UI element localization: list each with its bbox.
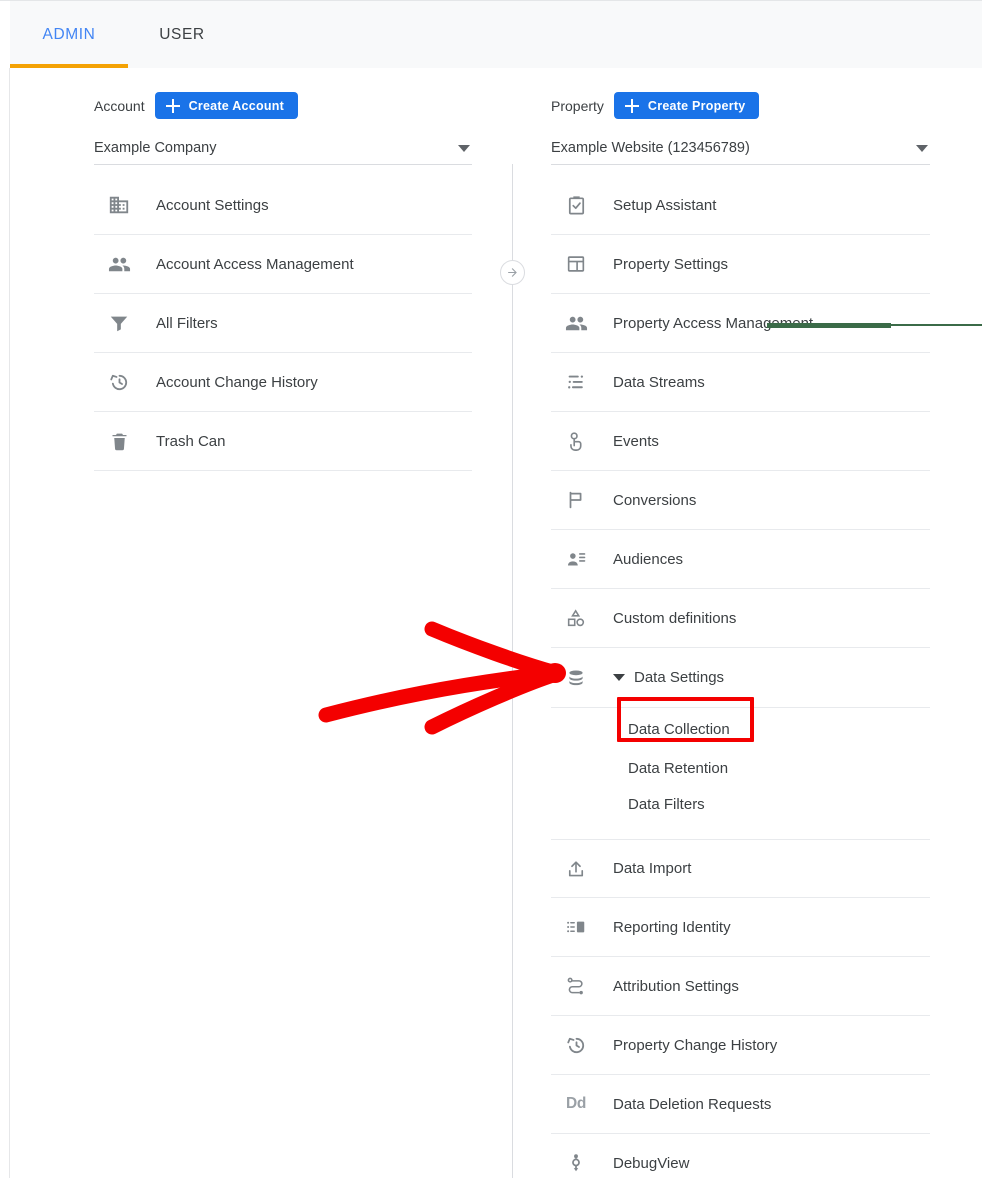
menu-item-label: Setup Assistant	[613, 197, 716, 214]
person-list-icon	[563, 546, 589, 572]
menu-item-reporting-identity[interactable]: Reporting Identity	[551, 898, 930, 957]
left-rail	[0, 68, 10, 1178]
submenu-item-label: Data Retention	[628, 760, 728, 777]
upload-icon	[563, 856, 589, 882]
history-icon	[563, 1032, 589, 1058]
menu-item-data-streams[interactable]: Data Streams	[551, 353, 930, 412]
menu-item-all-filters[interactable]: All Filters	[94, 294, 472, 353]
property-column-header: Property Create Property	[551, 92, 759, 119]
menu-item-label: Data Deletion Requests	[613, 1096, 771, 1113]
tab-admin[interactable]: ADMIN	[10, 1, 128, 69]
menu-item-label: Trash Can	[156, 433, 225, 450]
menu-item-label: Attribution Settings	[613, 978, 739, 995]
submenu-item-data-filters[interactable]: Data Filters	[551, 786, 930, 822]
menu-item-trash-can[interactable]: Trash Can	[94, 412, 472, 471]
menu-item-account-access-management[interactable]: Account Access Management	[94, 235, 472, 294]
database-icon	[563, 665, 589, 691]
people-icon	[106, 251, 132, 277]
menu-item-attribution-settings[interactable]: Attribution Settings	[551, 957, 930, 1016]
create-account-label: Create Account	[189, 99, 284, 113]
submenu-item-data-retention[interactable]: Data Retention	[551, 750, 930, 786]
admin-body: Account Create Account Example Company	[0, 68, 982, 1178]
column-divider	[512, 164, 513, 1178]
menu-item-label: Conversions	[613, 492, 696, 509]
account-header-label: Account	[94, 98, 145, 114]
top-tab-bar: ADMIN USER	[0, 0, 982, 68]
menu-item-label: Data Settings	[634, 669, 724, 686]
menu-item-label: Account Access Management	[156, 256, 354, 273]
account-selector[interactable]: Example Company	[94, 132, 472, 165]
menu-item-label: Account Settings	[156, 197, 269, 214]
menu-item-property-change-history[interactable]: Property Change History	[551, 1016, 930, 1075]
expand-caret-icon	[613, 674, 625, 681]
debug-icon	[563, 1150, 589, 1176]
menu-item-custom-definitions[interactable]: Custom definitions	[551, 589, 930, 648]
history-icon	[106, 369, 132, 395]
property-header-label: Property	[551, 98, 604, 114]
menu-item-label: Property Settings	[613, 256, 728, 273]
submenu-item-label: Data Filters	[628, 796, 705, 813]
menu-item-events[interactable]: Events	[551, 412, 930, 471]
menu-item-data-settings[interactable]: Data Settings	[551, 648, 930, 707]
menu-item-label: Account Change History	[156, 374, 318, 391]
green-line-annotation-tail	[889, 324, 982, 326]
account-column-header: Account Create Account	[94, 92, 298, 119]
attribution-icon	[563, 973, 589, 999]
tab-user-label: USER	[159, 26, 204, 44]
flag-icon	[563, 487, 589, 513]
clipboard-check-icon	[563, 192, 589, 218]
funnel-icon	[106, 310, 132, 336]
menu-item-label: Data Import	[613, 860, 691, 877]
menu-item-data-import[interactable]: Data Import	[551, 839, 930, 898]
property-selector[interactable]: Example Website (123456789)	[551, 132, 930, 165]
menu-item-label: DebugView	[613, 1155, 689, 1172]
menu-item-label: Events	[613, 433, 659, 450]
chevron-down-icon	[458, 145, 470, 152]
create-account-button[interactable]: Create Account	[155, 92, 298, 119]
menu-item-label: All Filters	[156, 315, 218, 332]
tab-admin-label: ADMIN	[43, 26, 96, 44]
building-icon	[106, 192, 132, 218]
menu-item-label: Audiences	[613, 551, 683, 568]
menu-item-label: Property Change History	[613, 1037, 777, 1054]
create-property-button[interactable]: Create Property	[614, 92, 760, 119]
menu-item-debugview[interactable]: DebugView	[551, 1134, 930, 1178]
menu-item-data-deletion-requests[interactable]: Dd Data Deletion Requests	[551, 1075, 930, 1134]
menu-item-label: Data Streams	[613, 374, 705, 391]
create-property-label: Create Property	[648, 99, 746, 113]
submenu-item-data-collection[interactable]: Data Collection	[551, 707, 930, 750]
layout-panel-icon	[563, 251, 589, 277]
trash-icon	[106, 428, 132, 454]
tab-user[interactable]: USER	[128, 1, 236, 69]
plus-icon	[166, 99, 180, 113]
property-selector-value: Example Website (123456789)	[551, 140, 750, 156]
dd-text-icon: Dd	[563, 1091, 589, 1117]
tap-hand-icon	[563, 428, 589, 454]
reporting-identity-icon	[563, 914, 589, 940]
menu-item-setup-assistant[interactable]: Setup Assistant	[551, 176, 930, 235]
menu-item-property-settings[interactable]: Property Settings	[551, 235, 930, 294]
people-icon	[563, 310, 589, 336]
data-streams-icon	[563, 369, 589, 395]
menu-item-account-settings[interactable]: Account Settings	[94, 176, 472, 235]
menu-item-conversions[interactable]: Conversions	[551, 471, 930, 530]
menu-item-label: Custom definitions	[613, 610, 736, 627]
admin-page: ADMIN USER Account Create Account	[0, 0, 982, 1178]
account-selector-value: Example Company	[94, 140, 217, 156]
tabbar-left-strip	[0, 1, 10, 69]
shapes-icon	[563, 605, 589, 631]
plus-icon	[625, 99, 639, 113]
arrow-right-circle-icon[interactable]	[500, 260, 525, 285]
account-menu: Account Settings Account Access Manageme…	[94, 176, 472, 471]
menu-item-audiences[interactable]: Audiences	[551, 530, 930, 589]
chevron-down-icon	[916, 145, 928, 152]
submenu-item-label: Data Collection	[628, 721, 730, 738]
green-line-annotation	[767, 323, 891, 328]
menu-item-label: Reporting Identity	[613, 919, 731, 936]
menu-item-account-change-history[interactable]: Account Change History	[94, 353, 472, 412]
